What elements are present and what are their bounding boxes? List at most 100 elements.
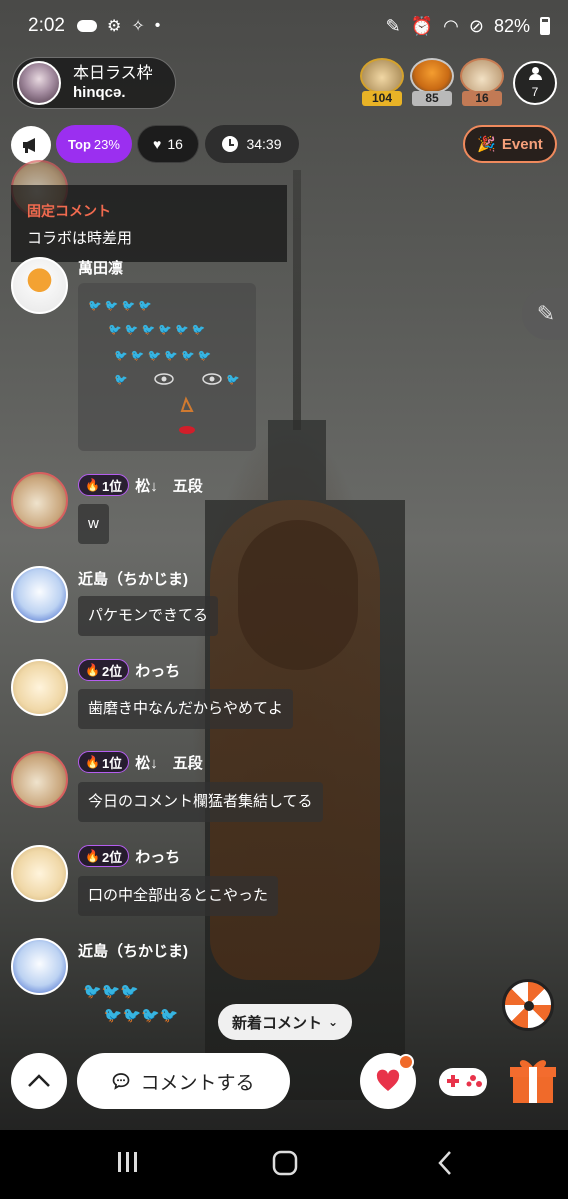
like-count: 16 [167, 136, 183, 152]
svg-text:🐦 🐦 🐦 🐦: 🐦 🐦 🐦 🐦 [88, 300, 152, 312]
megaphone-icon [23, 138, 35, 153]
event-button[interactable]: 🎉 Event [463, 125, 557, 163]
chevron-up-icon [28, 1074, 50, 1087]
gear-icon: ⚙ [106, 18, 122, 35]
bird-emoji-text: 🐦🐦🐦 🐦🐦🐦🐦 [83, 983, 179, 1024]
pencil-icon: ✎ [536, 301, 556, 326]
svg-text:🐦 🐦 🐦 🐦 🐦 🐦: 🐦 🐦 🐦 🐦 🐦 🐦 [114, 350, 212, 362]
streamer-profile[interactable]: 本日ラス枠 hinqcə. [12, 57, 176, 109]
comment-text: パケモンできてる [78, 596, 219, 636]
background-tower-top [268, 420, 326, 500]
viewer-count: 7 [531, 85, 539, 99]
comment-avatar[interactable] [11, 566, 68, 623]
dnd-icon: ⊘ [468, 15, 484, 36]
rank-1-avatar [360, 58, 404, 94]
rank-2-avatar [410, 58, 454, 94]
rank-3-supporter[interactable]: 16 [460, 58, 504, 106]
stream-title: 本日ラス枠 [73, 65, 153, 83]
svg-text:🐦: 🐦 [226, 374, 240, 386]
comment-avatar[interactable] [11, 938, 68, 995]
game-controller-icon [439, 1068, 487, 1096]
comment-text: w [78, 504, 109, 544]
game-button[interactable] [435, 1060, 491, 1104]
clock-icon [222, 136, 239, 152]
new-comments-button[interactable]: 新着コメント ⌄ [218, 1004, 352, 1040]
viewer-count-button[interactable]: 7 [513, 61, 557, 105]
like-button[interactable] [360, 1053, 416, 1109]
status-right-icons: ✎ ⏰ ◠ ⊘ 82% [386, 16, 550, 37]
flame-icon: 🔥 [85, 755, 100, 769]
battery-icon [540, 17, 550, 35]
comment-text: 今日のコメント欄猛者集結してる [78, 782, 323, 822]
comment-avatar[interactable] [11, 845, 68, 902]
pinned-text: コラボは時差用 [27, 230, 133, 247]
flame-icon: 🔥 [85, 849, 100, 863]
recents-button[interactable] [116, 1150, 140, 1179]
pinned-comment[interactable]: 固定コメント コラボは時差用 [11, 185, 287, 262]
status-bar: 2:02 ⚙ ✧ • ✎ ⏰ ◠ ⊘ 82% [0, 0, 568, 52]
battery-text: 82% [493, 15, 530, 36]
edit-button[interactable]: ✎ [522, 288, 568, 340]
gift-icon [510, 1060, 556, 1103]
comment-text: 口の中全部出るとこやった [78, 876, 279, 916]
home-icon [272, 1150, 298, 1176]
announcement-button[interactable] [11, 126, 51, 164]
background-person-head [238, 520, 358, 670]
scroll-up-button[interactable] [11, 1053, 67, 1109]
person-icon [528, 67, 542, 81]
svg-text:🐦: 🐦 [114, 374, 128, 386]
sparkle-search-icon: ✧ [131, 18, 145, 35]
heart-icon: ♥ [153, 136, 162, 152]
streamer-avatar [17, 61, 61, 105]
rank-3-avatar [460, 58, 504, 94]
rank-3-points: 16 [462, 91, 502, 106]
chevron-down-icon: ⌄ [327, 1015, 339, 1029]
rank-badge: 🔥 2位 [78, 659, 130, 681]
rank-2-supporter[interactable]: 85 [410, 58, 454, 106]
party-popper-icon: 🎉 [477, 136, 496, 153]
rank-badge: 🔥 2位 [78, 845, 130, 867]
comment-text: 歯磨き中なんだからやめてよ [78, 689, 294, 729]
comment-user: 松↓ 五段 [135, 477, 203, 495]
stream-timer-chip: 34:39 [205, 125, 299, 163]
wifi-icon: ◠ [443, 15, 459, 36]
back-button[interactable] [436, 1150, 454, 1181]
comment-user: 近島（ちかじま) [78, 943, 188, 960]
rank-2-points: 85 [412, 91, 452, 106]
comment-button-label: コメントする [140, 1072, 255, 1094]
status-time: 2:02 [28, 15, 65, 36]
heart-icon [376, 1069, 400, 1091]
top-ranking-chip[interactable]: Top 23% [56, 125, 132, 163]
timer-value: 34:39 [246, 136, 282, 152]
background-tower-spire [293, 170, 301, 430]
comment-avatar[interactable] [11, 751, 68, 808]
app-notification-icon [76, 20, 97, 32]
alarm-icon: ⏰ [410, 15, 434, 36]
roulette-wheel-button[interactable] [502, 979, 554, 1031]
event-label: Event [501, 135, 543, 153]
top-label: Top [68, 136, 91, 152]
back-icon [438, 1151, 451, 1175]
streamer-name: hinqcə. [73, 83, 126, 101]
comment-avatar[interactable] [11, 257, 68, 314]
bird-face-art: 🐦 🐦 🐦 🐦 🐦 🐦 🐦 🐦 🐦 🐦 🐦 🐦 🐦 🐦 🐦 🐦 🐦 🐦 [88, 300, 240, 434]
chat-bubble-icon [113, 1073, 130, 1090]
comment-avatar[interactable] [11, 472, 68, 529]
flame-icon: 🔥 [85, 478, 100, 492]
rank-1-supporter[interactable]: 104 [360, 58, 404, 106]
like-count-chip[interactable]: ♥ 16 [137, 125, 199, 163]
pinned-label: 固定コメント [27, 203, 111, 219]
home-button[interactable] [272, 1150, 298, 1181]
comment-user: わっち [135, 662, 181, 680]
comment-user: わっち [135, 848, 181, 866]
live-stream-screen: 2:02 ⚙ ✧ • ✎ ⏰ ◠ ⊘ 82% 本日ラス枠 hinqcə. 104… [0, 0, 568, 1199]
comment-image[interactable]: 🐦 🐦 🐦 🐦 🐦 🐦 🐦 🐦 🐦 🐦 🐦 🐦 🐦 🐦 🐦 🐦 🐦 🐦 [78, 283, 256, 451]
svg-text:🐦 🐦 🐦 🐦 🐦 🐦: 🐦 🐦 🐦 🐦 🐦 🐦 [108, 324, 206, 336]
gift-button[interactable] [508, 1053, 558, 1105]
comment-input-button[interactable]: コメントする [77, 1053, 290, 1109]
rank-1-points: 104 [362, 91, 402, 106]
comment-avatar[interactable] [11, 659, 68, 716]
pen-icon: ✎ [385, 15, 401, 36]
rank-badge: 🔥 1位 [78, 751, 130, 773]
dot-icon: • [154, 17, 161, 34]
